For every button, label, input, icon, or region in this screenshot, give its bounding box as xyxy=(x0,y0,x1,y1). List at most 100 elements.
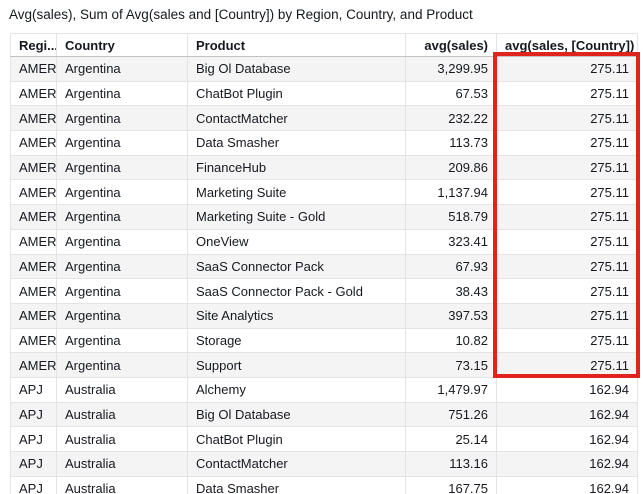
table-row[interactable]: AMER Argentina Storage 10.82 275.11 xyxy=(11,328,638,353)
cell-avg-sales[interactable]: 323.41 xyxy=(406,229,497,254)
table-row[interactable]: APJ Australia Big Ol Database 751.26 162… xyxy=(11,402,638,427)
cell-region[interactable]: APJ xyxy=(11,427,57,452)
table-row[interactable]: AMER Argentina OneView 323.41 275.11 xyxy=(11,229,638,254)
cell-region[interactable]: AMER xyxy=(11,155,57,180)
cell-country[interactable]: Argentina xyxy=(57,131,188,156)
cell-country[interactable]: Argentina xyxy=(57,303,188,328)
cell-avg-sales[interactable]: 25.14 xyxy=(406,427,497,452)
cell-avg-sales-country[interactable]: 275.11 xyxy=(497,57,638,82)
cell-avg-sales-country[interactable]: 275.11 xyxy=(497,131,638,156)
table-row[interactable]: AMER Argentina ChatBot Plugin 67.53 275.… xyxy=(11,81,638,106)
cell-avg-sales-country[interactable]: 162.94 xyxy=(497,402,638,427)
cell-avg-sales-country[interactable]: 275.11 xyxy=(497,106,638,131)
table-row[interactable]: AMER Argentina Big Ol Database 3,299.95 … xyxy=(11,57,638,82)
cell-region[interactable]: APJ xyxy=(11,476,57,494)
cell-avg-sales-country[interactable]: 275.11 xyxy=(497,229,638,254)
cell-country[interactable]: Argentina xyxy=(57,279,188,304)
cell-avg-sales[interactable]: 67.93 xyxy=(406,254,497,279)
cell-product[interactable]: OneView xyxy=(188,229,406,254)
cell-avg-sales-country[interactable]: 275.11 xyxy=(497,353,638,378)
cell-avg-sales[interactable]: 73.15 xyxy=(406,353,497,378)
cell-avg-sales-country[interactable]: 162.94 xyxy=(497,377,638,402)
table-row[interactable]: AMER Argentina Site Analytics 397.53 275… xyxy=(11,303,638,328)
cell-avg-sales-country[interactable]: 275.11 xyxy=(497,328,638,353)
cell-region[interactable]: APJ xyxy=(11,377,57,402)
cell-avg-sales[interactable]: 751.26 xyxy=(406,402,497,427)
cell-product[interactable]: Big Ol Database xyxy=(188,402,406,427)
cell-product[interactable]: FinanceHub xyxy=(188,155,406,180)
cell-avg-sales[interactable]: 167.75 xyxy=(406,476,497,494)
cell-region[interactable]: APJ xyxy=(11,402,57,427)
cell-product[interactable]: ContactMatcher xyxy=(188,106,406,131)
cell-region[interactable]: AMER xyxy=(11,106,57,131)
cell-country[interactable]: Australia xyxy=(57,377,188,402)
cell-region[interactable]: AMER xyxy=(11,131,57,156)
cell-avg-sales[interactable]: 397.53 xyxy=(406,303,497,328)
cell-country[interactable]: Australia xyxy=(57,427,188,452)
column-header-avg-sales-country[interactable]: avg(sales, [Country]) xyxy=(497,34,638,57)
table-row[interactable]: AMER Argentina Marketing Suite 1,137.94 … xyxy=(11,180,638,205)
cell-country[interactable]: Argentina xyxy=(57,328,188,353)
table-row[interactable]: AMER Argentina ContactMatcher 232.22 275… xyxy=(11,106,638,131)
cell-country[interactable]: Argentina xyxy=(57,205,188,230)
cell-avg-sales[interactable]: 67.53 xyxy=(406,81,497,106)
cell-avg-sales-country[interactable]: 275.11 xyxy=(497,81,638,106)
column-header-product[interactable]: Product xyxy=(188,34,406,57)
cell-region[interactable]: AMER xyxy=(11,279,57,304)
cell-avg-sales[interactable]: 38.43 xyxy=(406,279,497,304)
table-row[interactable]: APJ Australia ContactMatcher 113.16 162.… xyxy=(11,452,638,477)
table-row[interactable]: APJ Australia ChatBot Plugin 25.14 162.9… xyxy=(11,427,638,452)
cell-product[interactable]: Data Smasher xyxy=(188,476,406,494)
cell-avg-sales-country[interactable]: 162.94 xyxy=(497,476,638,494)
cell-avg-sales[interactable]: 10.82 xyxy=(406,328,497,353)
cell-country[interactable]: Australia xyxy=(57,452,188,477)
cell-product[interactable]: SaaS Connector Pack - Gold xyxy=(188,279,406,304)
cell-avg-sales[interactable]: 1,137.94 xyxy=(406,180,497,205)
cell-product[interactable]: Support xyxy=(188,353,406,378)
cell-avg-sales[interactable]: 113.73 xyxy=(406,131,497,156)
cell-country[interactable]: Argentina xyxy=(57,180,188,205)
table-row[interactable]: AMER Argentina Marketing Suite - Gold 51… xyxy=(11,205,638,230)
cell-product[interactable]: Alchemy xyxy=(188,377,406,402)
cell-avg-sales[interactable]: 518.79 xyxy=(406,205,497,230)
cell-avg-sales-country[interactable]: 275.11 xyxy=(497,155,638,180)
cell-product[interactable]: Data Smasher xyxy=(188,131,406,156)
cell-avg-sales-country[interactable]: 275.11 xyxy=(497,205,638,230)
column-header-avg-sales[interactable]: avg(sales) xyxy=(406,34,497,57)
cell-region[interactable]: AMER xyxy=(11,353,57,378)
cell-country[interactable]: Argentina xyxy=(57,106,188,131)
cell-product[interactable]: Big Ol Database xyxy=(188,57,406,82)
table-row[interactable]: APJ Australia Data Smasher 167.75 162.94 xyxy=(11,476,638,494)
cell-avg-sales-country[interactable]: 162.94 xyxy=(497,427,638,452)
table-row[interactable]: AMER Argentina SaaS Connector Pack 67.93… xyxy=(11,254,638,279)
cell-avg-sales[interactable]: 209.86 xyxy=(406,155,497,180)
cell-avg-sales-country[interactable]: 162.94 xyxy=(497,452,638,477)
cell-product[interactable]: Storage xyxy=(188,328,406,353)
cell-country[interactable]: Argentina xyxy=(57,81,188,106)
cell-region[interactable]: APJ xyxy=(11,452,57,477)
cell-avg-sales-country[interactable]: 275.11 xyxy=(497,279,638,304)
table-row[interactable]: APJ Australia Alchemy 1,479.97 162.94 xyxy=(11,377,638,402)
cell-region[interactable]: AMER xyxy=(11,180,57,205)
cell-region[interactable]: AMER xyxy=(11,57,57,82)
cell-avg-sales-country[interactable]: 275.11 xyxy=(497,303,638,328)
cell-country[interactable]: Argentina xyxy=(57,57,188,82)
table-row[interactable]: AMER Argentina SaaS Connector Pack - Gol… xyxy=(11,279,638,304)
cell-product[interactable]: ContactMatcher xyxy=(188,452,406,477)
cell-product[interactable]: Site Analytics xyxy=(188,303,406,328)
cell-region[interactable]: AMER xyxy=(11,229,57,254)
cell-product[interactable]: Marketing Suite xyxy=(188,180,406,205)
cell-country[interactable]: Argentina xyxy=(57,353,188,378)
cell-region[interactable]: AMER xyxy=(11,205,57,230)
cell-country[interactable]: Argentina xyxy=(57,229,188,254)
cell-country[interactable]: Australia xyxy=(57,476,188,494)
cell-region[interactable]: AMER xyxy=(11,303,57,328)
cell-region[interactable]: AMER xyxy=(11,81,57,106)
cell-avg-sales[interactable]: 3,299.95 xyxy=(406,57,497,82)
cell-region[interactable]: AMER xyxy=(11,254,57,279)
cell-avg-sales-country[interactable]: 275.11 xyxy=(497,180,638,205)
cell-product[interactable]: ChatBot Plugin xyxy=(188,427,406,452)
cell-avg-sales[interactable]: 232.22 xyxy=(406,106,497,131)
table-row[interactable]: AMER Argentina FinanceHub 209.86 275.11 xyxy=(11,155,638,180)
cell-country[interactable]: Argentina xyxy=(57,254,188,279)
